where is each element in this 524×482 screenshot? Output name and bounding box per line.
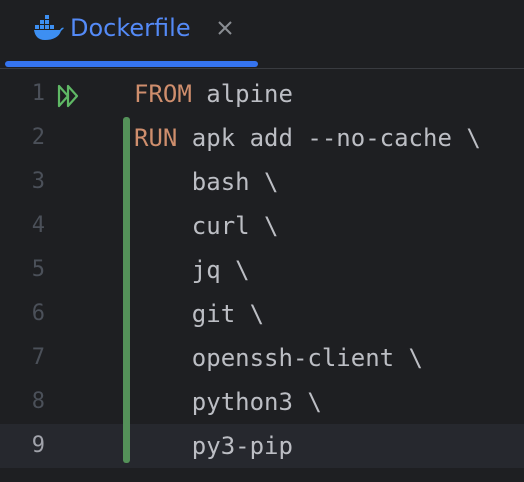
code-token: alpine bbox=[191, 80, 293, 108]
line-number: 1 bbox=[31, 81, 45, 106]
vcs-change-marker[interactable] bbox=[123, 117, 130, 463]
code-line-9[interactable]: 9 py3-pip bbox=[0, 424, 524, 468]
close-icon[interactable] bbox=[214, 17, 236, 39]
code-text: python3 \ bbox=[134, 388, 322, 416]
line-number: 9 bbox=[31, 433, 45, 458]
code-token: apk add --no-cache \ bbox=[177, 124, 481, 152]
run-icon[interactable] bbox=[56, 84, 84, 108]
line-number: 4 bbox=[31, 213, 45, 238]
code-editor[interactable]: 1 FROM alpine 2 RUN apk add --no-cache \… bbox=[0, 69, 524, 482]
keyword-token: FROM bbox=[134, 80, 192, 108]
code-line-4[interactable]: 4 curl \ bbox=[0, 204, 524, 248]
line-number: 3 bbox=[31, 169, 45, 194]
line-number: 6 bbox=[31, 301, 45, 326]
line-number: 7 bbox=[31, 345, 45, 370]
tab-title: Dockerfile bbox=[70, 14, 191, 42]
code-text: jq \ bbox=[134, 256, 250, 284]
line-number: 2 bbox=[31, 125, 45, 150]
code-text: openssh-client \ bbox=[134, 344, 423, 372]
code-text: curl \ bbox=[134, 212, 279, 240]
docker-whale-icon bbox=[34, 15, 64, 40]
line-number: 8 bbox=[31, 389, 45, 414]
tab-dockerfile[interactable]: Dockerfile bbox=[5, 0, 258, 66]
editor-tab-bar: Dockerfile bbox=[0, 0, 524, 69]
code-text: py3-pip bbox=[134, 432, 293, 460]
code-line-1[interactable]: 1 FROM alpine bbox=[0, 72, 524, 116]
code-text: FROM alpine bbox=[134, 72, 293, 116]
code-text: git \ bbox=[134, 300, 265, 328]
code-line-5[interactable]: 5 jq \ bbox=[0, 248, 524, 292]
code-line-3[interactable]: 3 bash \ bbox=[0, 160, 524, 204]
active-tab-indicator bbox=[5, 61, 258, 67]
keyword-token: RUN bbox=[134, 124, 178, 152]
line-number: 5 bbox=[31, 257, 45, 282]
code-text: RUN apk add --no-cache \ bbox=[134, 116, 481, 160]
code-line-6[interactable]: 6 git \ bbox=[0, 292, 524, 336]
code-line-8[interactable]: 8 python3 \ bbox=[0, 380, 524, 424]
code-line-7[interactable]: 7 openssh-client \ bbox=[0, 336, 524, 380]
code-text: bash \ bbox=[134, 168, 279, 196]
code-line-2[interactable]: 2 RUN apk add --no-cache \ bbox=[0, 116, 524, 160]
